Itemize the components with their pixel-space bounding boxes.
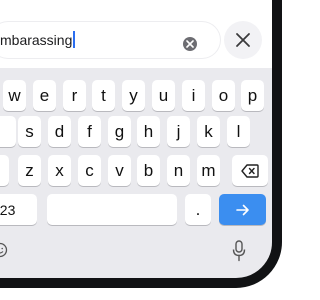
key-n[interactable]: n [167, 155, 190, 186]
numbers-key-label: 123 [0, 201, 16, 218]
key-t[interactable]: t [92, 80, 115, 111]
backspace-icon [241, 163, 259, 178]
key-o[interactable]: o [212, 80, 235, 111]
key-r[interactable]: r [63, 80, 86, 111]
emoji-icon [0, 242, 8, 258]
key-l[interactable]: l [227, 116, 250, 147]
key-f[interactable]: f [78, 116, 101, 147]
key-z[interactable]: z [18, 155, 41, 186]
key-i[interactable]: i [182, 80, 205, 111]
search-input-text: mbarassing [0, 31, 76, 48]
key-m[interactable]: m [197, 155, 220, 186]
microphone-icon [232, 240, 246, 262]
emoji-key[interactable] [0, 242, 8, 263]
key-w[interactable]: w [3, 80, 26, 111]
numbers-key[interactable]: 123 [0, 194, 37, 225]
dictation-key[interactable] [232, 240, 246, 267]
key-g[interactable]: g [108, 116, 131, 147]
clear-circle-icon[interactable] [183, 37, 197, 51]
key-u[interactable]: u [152, 80, 175, 111]
key-p[interactable]: p [241, 80, 264, 111]
close-x-icon [236, 33, 250, 47]
arrow-right-icon [235, 204, 249, 215]
clear-x-glyph [186, 40, 194, 48]
key-h[interactable]: h [137, 116, 160, 147]
period-key[interactable]: . [185, 194, 211, 225]
search-bar: mbarassing [0, 18, 272, 64]
key-b[interactable]: b [137, 155, 160, 186]
space-key[interactable] [47, 194, 177, 225]
keyboard: w e r t y u i o p s d f g h j k l z x c … [0, 68, 272, 278]
key-e[interactable]: e [33, 80, 56, 111]
return-key[interactable] [219, 194, 266, 225]
key-s[interactable]: s [18, 116, 41, 147]
close-search-button[interactable] [224, 21, 262, 59]
key-j[interactable]: j [167, 116, 190, 147]
key-x[interactable]: x [48, 155, 71, 186]
text-caret [73, 31, 76, 48]
phone-screen: mbarassing w e r t y u i o p s d f g h j… [0, 0, 300, 300]
screen-area: mbarassing w e r t y u i o p s d f g h j… [0, 0, 272, 278]
key-c[interactable]: c [78, 155, 101, 186]
search-query: mbarassing [0, 32, 73, 48]
key-partial-a[interactable] [0, 116, 16, 147]
search-input[interactable]: mbarassing [0, 22, 220, 58]
delete-key[interactable] [232, 155, 268, 186]
key-y[interactable]: y [122, 80, 145, 111]
key-partial-shift[interactable] [0, 155, 9, 186]
key-v[interactable]: v [108, 155, 131, 186]
key-d[interactable]: d [48, 116, 71, 147]
key-k[interactable]: k [197, 116, 220, 147]
